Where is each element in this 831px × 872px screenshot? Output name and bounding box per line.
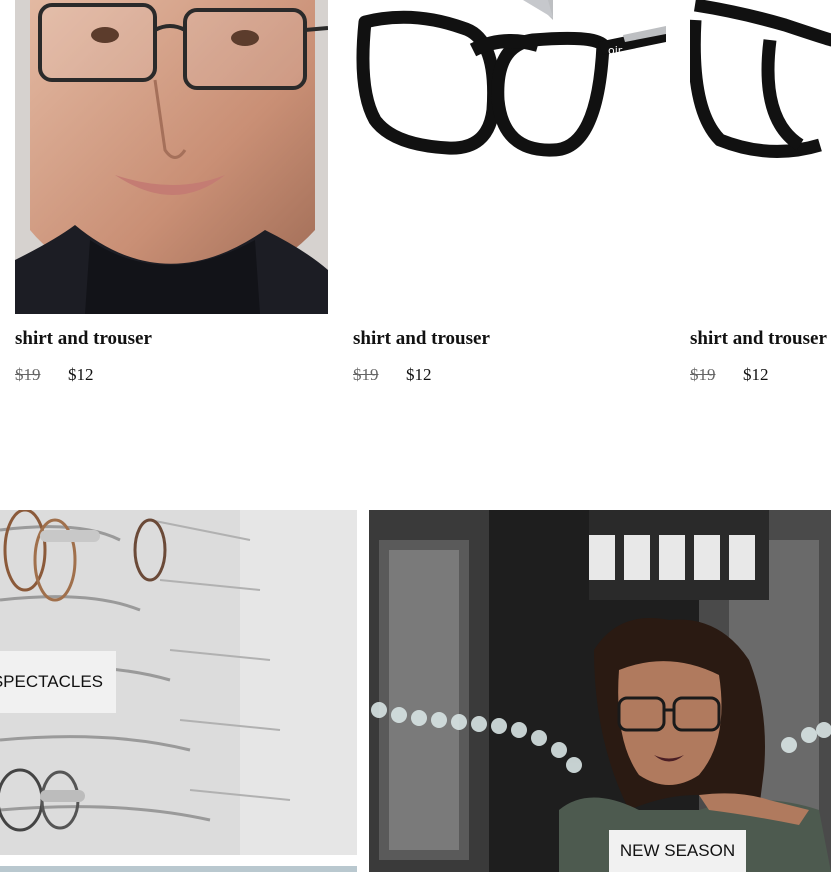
original-price: $19 (15, 365, 41, 384)
new-season-banner[interactable] (369, 510, 831, 872)
sale-price: $12 (743, 365, 769, 384)
product-image[interactable]: oir (353, 0, 666, 314)
product-image[interactable] (690, 0, 831, 314)
product-title[interactable]: shirt and trouser (353, 328, 490, 350)
sale-price: $12 (406, 365, 432, 384)
product-title[interactable]: shirt and trouser (15, 328, 152, 350)
banner-image[interactable] (0, 866, 357, 872)
original-price: $19 (353, 365, 379, 384)
svg-text:oir: oir (608, 44, 623, 57)
product-title[interactable]: shirt and trouser (690, 328, 827, 350)
original-price: $19 (690, 365, 716, 384)
new-season-label[interactable]: NEW SEASON (609, 830, 746, 872)
sale-price: $12 (68, 365, 94, 384)
banner-label-text: NEW SEASON (619, 841, 736, 860)
product-image[interactable] (15, 0, 328, 314)
banner-label-text: SPECTACLES (0, 672, 103, 691)
spectacles-label[interactable]: SPECTACLES (0, 651, 116, 713)
